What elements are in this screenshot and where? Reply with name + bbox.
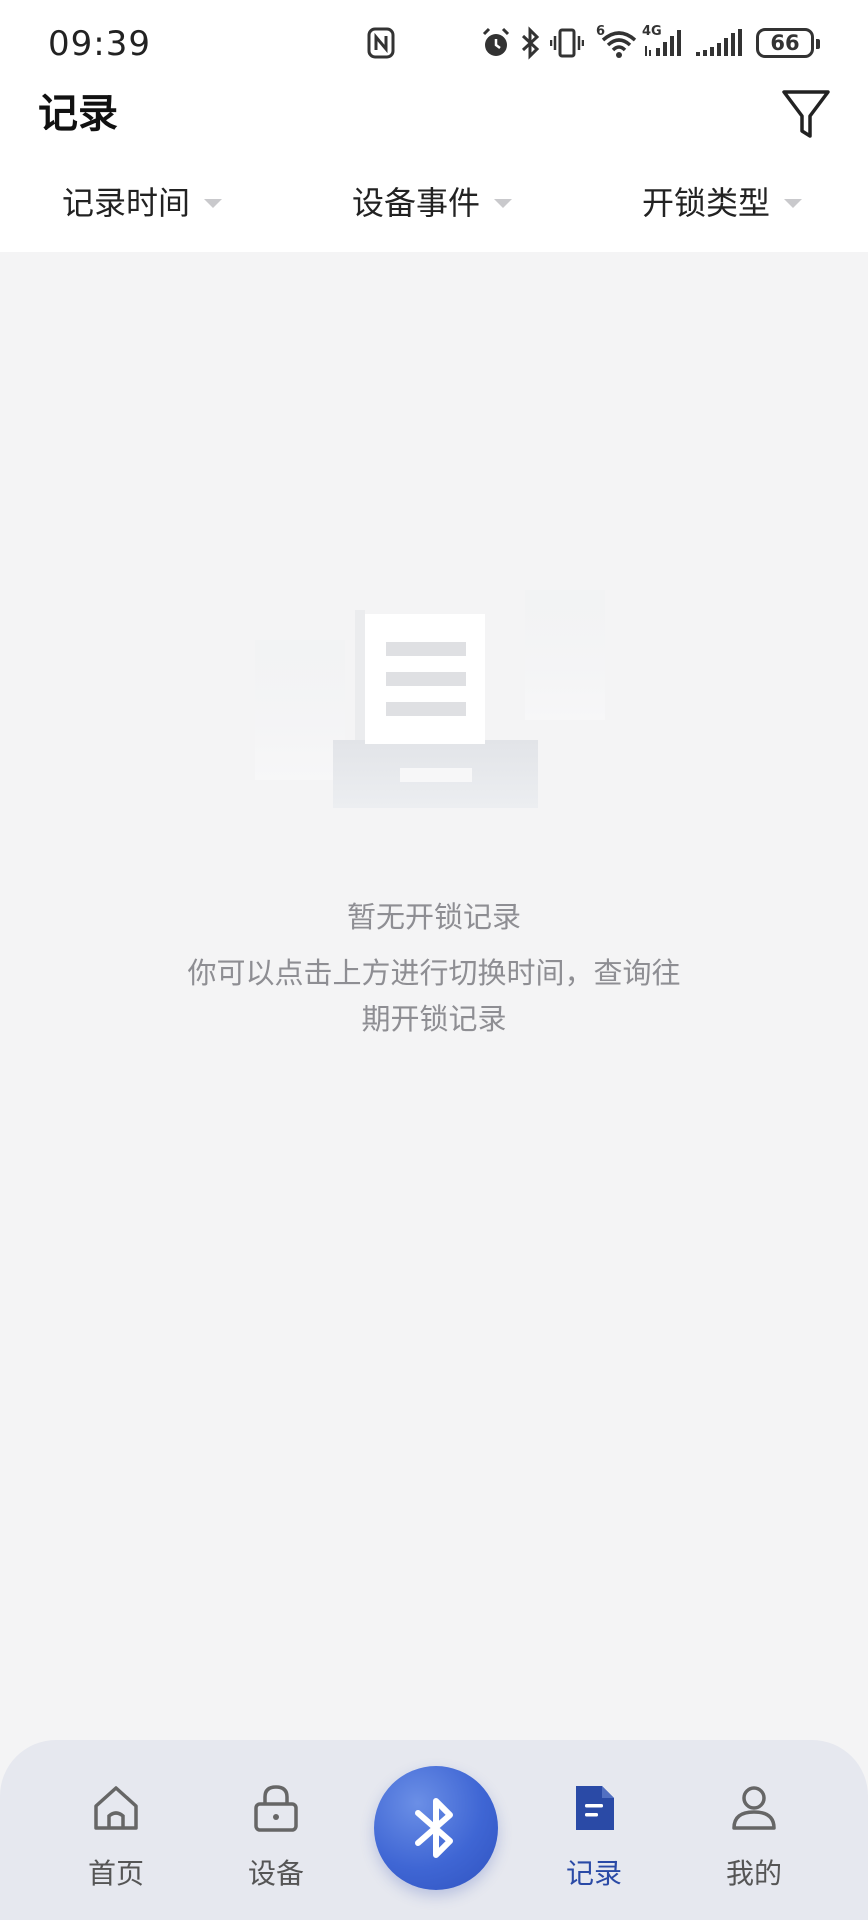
filter-bar: 记录时间 设备事件 开锁类型 — [0, 168, 868, 234]
bluetooth-icon — [415, 1798, 453, 1858]
filter-icon[interactable] — [780, 86, 832, 142]
lock-icon — [254, 1785, 298, 1832]
nav-item-devices[interactable]: 设备 — [216, 1780, 336, 1900]
signal-icon-sim2 — [694, 26, 746, 60]
battery-indicator: 66 — [756, 28, 820, 58]
empty-state-title: 暂无开锁记录 — [346, 900, 521, 934]
user-icon — [732, 1786, 776, 1830]
page-header: 记录 记录时间 设备事件 开锁类型 — [0, 86, 868, 252]
caret-down-icon — [494, 198, 513, 208]
home-icon — [94, 1786, 138, 1830]
nav-label-home: 首页 — [87, 1857, 144, 1890]
caret-down-icon — [784, 198, 803, 208]
vibrate-icon — [550, 26, 584, 60]
signal-icon-sim1 — [644, 26, 684, 60]
filter-label: 设备事件 — [352, 184, 481, 222]
nav-label-records: 记录 — [565, 1857, 622, 1890]
records-screen: 09:39 6 4G 66 记录 记录时间 设备事件 开锁类型 暂无开锁记录 你… — [0, 0, 868, 1920]
nav-label-devices: 设备 — [247, 1857, 304, 1890]
bluetooth-status-icon — [520, 26, 542, 60]
filter-device-event[interactable]: 设备事件 — [352, 168, 513, 234]
nav-item-home[interactable]: 首页 — [56, 1780, 176, 1900]
nav-item-me[interactable]: 我的 — [694, 1780, 814, 1900]
wifi-icon — [600, 26, 638, 60]
filter-record-time[interactable]: 记录时间 — [62, 168, 223, 234]
empty-records-illustration — [240, 490, 630, 820]
caret-down-icon — [204, 198, 223, 208]
document-icon — [576, 1786, 614, 1830]
nav-label-me: 我的 — [725, 1857, 782, 1890]
alarm-icon — [480, 26, 512, 60]
status-bar: 09:39 6 4G 66 — [0, 0, 868, 86]
nav-item-records[interactable]: 记录 — [534, 1780, 654, 1900]
page-title: 记录 — [38, 91, 118, 137]
filter-label: 记录时间 — [62, 184, 191, 222]
status-time: 09:39 — [48, 24, 151, 64]
nfc-icon — [366, 26, 396, 60]
empty-state-description: 你可以点击上方进行切换时间，查询往期开锁记录 — [187, 956, 681, 1036]
filter-unlock-type[interactable]: 开锁类型 — [642, 168, 803, 234]
bluetooth-button[interactable] — [374, 1766, 498, 1890]
filter-label: 开锁类型 — [642, 184, 771, 222]
